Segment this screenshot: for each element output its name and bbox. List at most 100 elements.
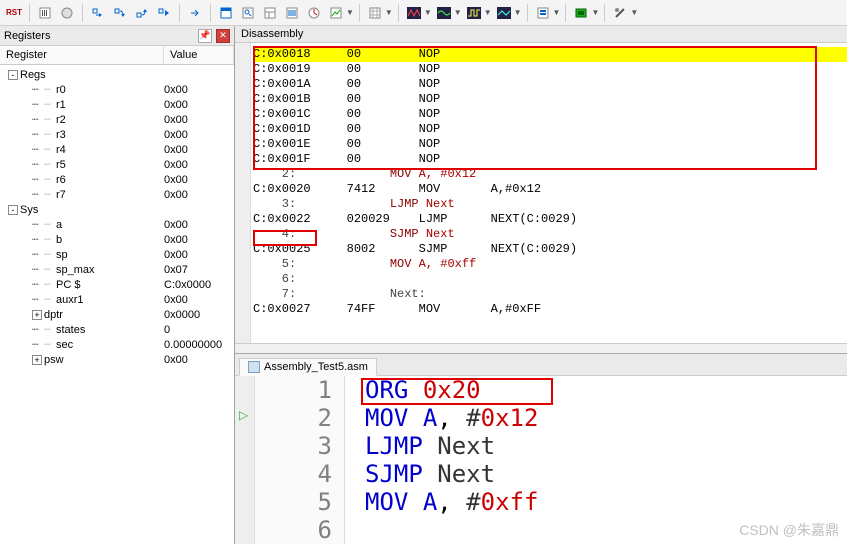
separator [565,4,566,22]
dropdown-icon[interactable]: ▼ [514,8,522,17]
code-line[interactable]: SJMP Next [365,460,847,488]
reset-icon[interactable]: RST [4,3,24,23]
register-row[interactable]: ┈┈sp_max0x07 [0,262,234,277]
register-row[interactable]: -Sys [0,202,234,217]
register-row[interactable]: ┈┈a0x00 [0,217,234,232]
disassembly-line[interactable]: C:0x0019 00 NOP [253,62,847,77]
register-row[interactable]: ┈┈b0x00 [0,232,234,247]
register-row[interactable]: ┈┈PC $C:0x0000 [0,277,234,292]
step-over-icon[interactable] [110,3,130,23]
register-name: r5 [56,159,164,171]
main-area: Registers 📌 ✕ Register Value -Regs┈┈r00x… [0,26,847,544]
register-value: 0x00 [164,114,234,126]
register-row[interactable]: ┈┈r70x00 [0,187,234,202]
register-name: psw [44,354,164,366]
run-to-cursor-icon[interactable] [154,3,174,23]
disassembly-line[interactable]: C:0x0025 8002 SJMP NEXT(C:0029) [253,242,847,257]
dropdown-icon[interactable]: ▼ [630,8,638,17]
layout-icon[interactable] [260,3,280,23]
disassembly-line[interactable]: 6: [253,272,847,287]
register-row[interactable]: ┈┈auxr10x00 [0,292,234,307]
find-icon[interactable] [238,3,258,23]
grid-icon[interactable] [365,3,385,23]
register-row[interactable]: ┈┈sp0x00 [0,247,234,262]
disassembly-line[interactable]: C:0x001E 00 NOP [253,137,847,152]
line-number: 6 [255,516,332,544]
dropdown-icon[interactable]: ▼ [424,8,432,17]
register-value: 0.00000000 [164,339,234,351]
debug-toolbar: RST ▼ ▼ ▼ ▼ ▼ ▼ ▼ ▼ ▼ [0,0,847,26]
expand-icon[interactable]: - [8,205,18,215]
dropdown-icon[interactable]: ▼ [553,8,561,17]
code-line[interactable]: ORG 0x20 [365,376,847,404]
goto-icon[interactable] [185,3,205,23]
source-body[interactable]: ▷ 123456 ORG 0x20MOV A, #0x12LJMP NextSJ… [235,376,847,544]
register-row[interactable]: ┈┈r20x00 [0,112,234,127]
register-row[interactable]: +psw0x00 [0,352,234,367]
dropdown-icon[interactable]: ▼ [484,8,492,17]
dropdown-icon[interactable]: ▼ [591,8,599,17]
disassembly-line[interactable]: C:0x001C 00 NOP [253,107,847,122]
run-icon[interactable] [35,3,55,23]
disassembly-line[interactable]: C:0x001A 00 NOP [253,77,847,92]
close-icon[interactable]: ✕ [216,29,230,43]
register-row[interactable]: ┈┈states0 [0,322,234,337]
register-row[interactable]: ┈┈sec0.00000000 [0,337,234,352]
disassembly-line[interactable]: C:0x0020 7412 MOV A,#0x12 [253,182,847,197]
disassembly-line[interactable]: 7: Next: [253,287,847,302]
col-value[interactable]: Value [164,46,234,64]
wave-3-icon[interactable] [464,3,484,23]
disassembly-line[interactable]: 2: MOV A, #0x12 [253,167,847,182]
code-line[interactable]: LJMP Next [365,432,847,460]
register-row[interactable]: ┈┈r00x00 [0,82,234,97]
dropdown-icon[interactable]: ▼ [346,8,354,17]
code-line[interactable]: MOV A, #0x12 [365,404,847,432]
disassembly-line[interactable]: C:0x0022 020029 LJMP NEXT(C:0029) [253,212,847,227]
current-line-marker-icon: ▷ [239,408,248,422]
window-icon[interactable] [216,3,236,23]
expand-icon[interactable]: - [8,70,18,80]
pin-icon[interactable]: 📌 [198,29,212,43]
wave-2-icon[interactable] [434,3,454,23]
stop-icon[interactable] [57,3,77,23]
disassembly-line[interactable]: C:0x0018 00 NOP [253,47,847,62]
perf-icon[interactable] [304,3,324,23]
tools-icon[interactable] [610,3,630,23]
dropdown-icon[interactable]: ▼ [385,8,393,17]
step-out-icon[interactable] [132,3,152,23]
breakpoints-icon[interactable] [282,3,302,23]
wave-4-icon[interactable] [494,3,514,23]
disassembly-line[interactable]: C:0x001F 00 NOP [253,152,847,167]
disassembly-line[interactable]: 4: SJMP Next [253,227,847,242]
col-register[interactable]: Register [0,46,164,64]
step-into-icon[interactable] [88,3,108,23]
code-line[interactable]: MOV A, #0xff [365,488,847,516]
tab-assembly-file[interactable]: Assembly_Test5.asm [239,358,377,376]
disassembly-line[interactable]: 3: LJMP Next [253,197,847,212]
register-row[interactable]: +dptr0x0000 [0,307,234,322]
register-row[interactable]: ┈┈r40x00 [0,142,234,157]
stack-icon[interactable] [533,3,553,23]
analyze-icon[interactable] [326,3,346,23]
disassembly-body[interactable]: C:0x0018 00 NOP C:0x0019 00 NOP C:0x001A… [235,43,847,343]
register-row[interactable]: ┈┈r50x00 [0,157,234,172]
right-pane: Disassembly C:0x0018 00 NOP C:0x0019 00 … [235,26,847,544]
expand-icon[interactable]: + [32,355,42,365]
disassembly-line[interactable]: 5: MOV A, #0xff [253,257,847,272]
disassembly-line[interactable]: C:0x001B 00 NOP [253,92,847,107]
expand-icon[interactable]: + [32,310,42,320]
wave-1-icon[interactable] [404,3,424,23]
h-scrollbar[interactable] [235,343,847,353]
register-value: 0 [164,324,234,336]
register-row[interactable]: -Regs [0,67,234,82]
registers-grid[interactable]: Register Value -Regs┈┈r00x00┈┈r10x00┈┈r2… [0,46,234,544]
register-row[interactable]: ┈┈r30x00 [0,127,234,142]
register-row[interactable]: ┈┈r60x00 [0,172,234,187]
disassembly-line[interactable]: C:0x001D 00 NOP [253,122,847,137]
source-code[interactable]: ORG 0x20MOV A, #0x12LJMP NextSJMP NextMO… [345,376,847,544]
disassembly-line[interactable]: C:0x0027 74FF MOV A,#0xFF [253,302,847,317]
register-value: 0x00 [164,129,234,141]
register-row[interactable]: ┈┈r10x00 [0,97,234,112]
chip-icon[interactable] [571,3,591,23]
dropdown-icon[interactable]: ▼ [454,8,462,17]
